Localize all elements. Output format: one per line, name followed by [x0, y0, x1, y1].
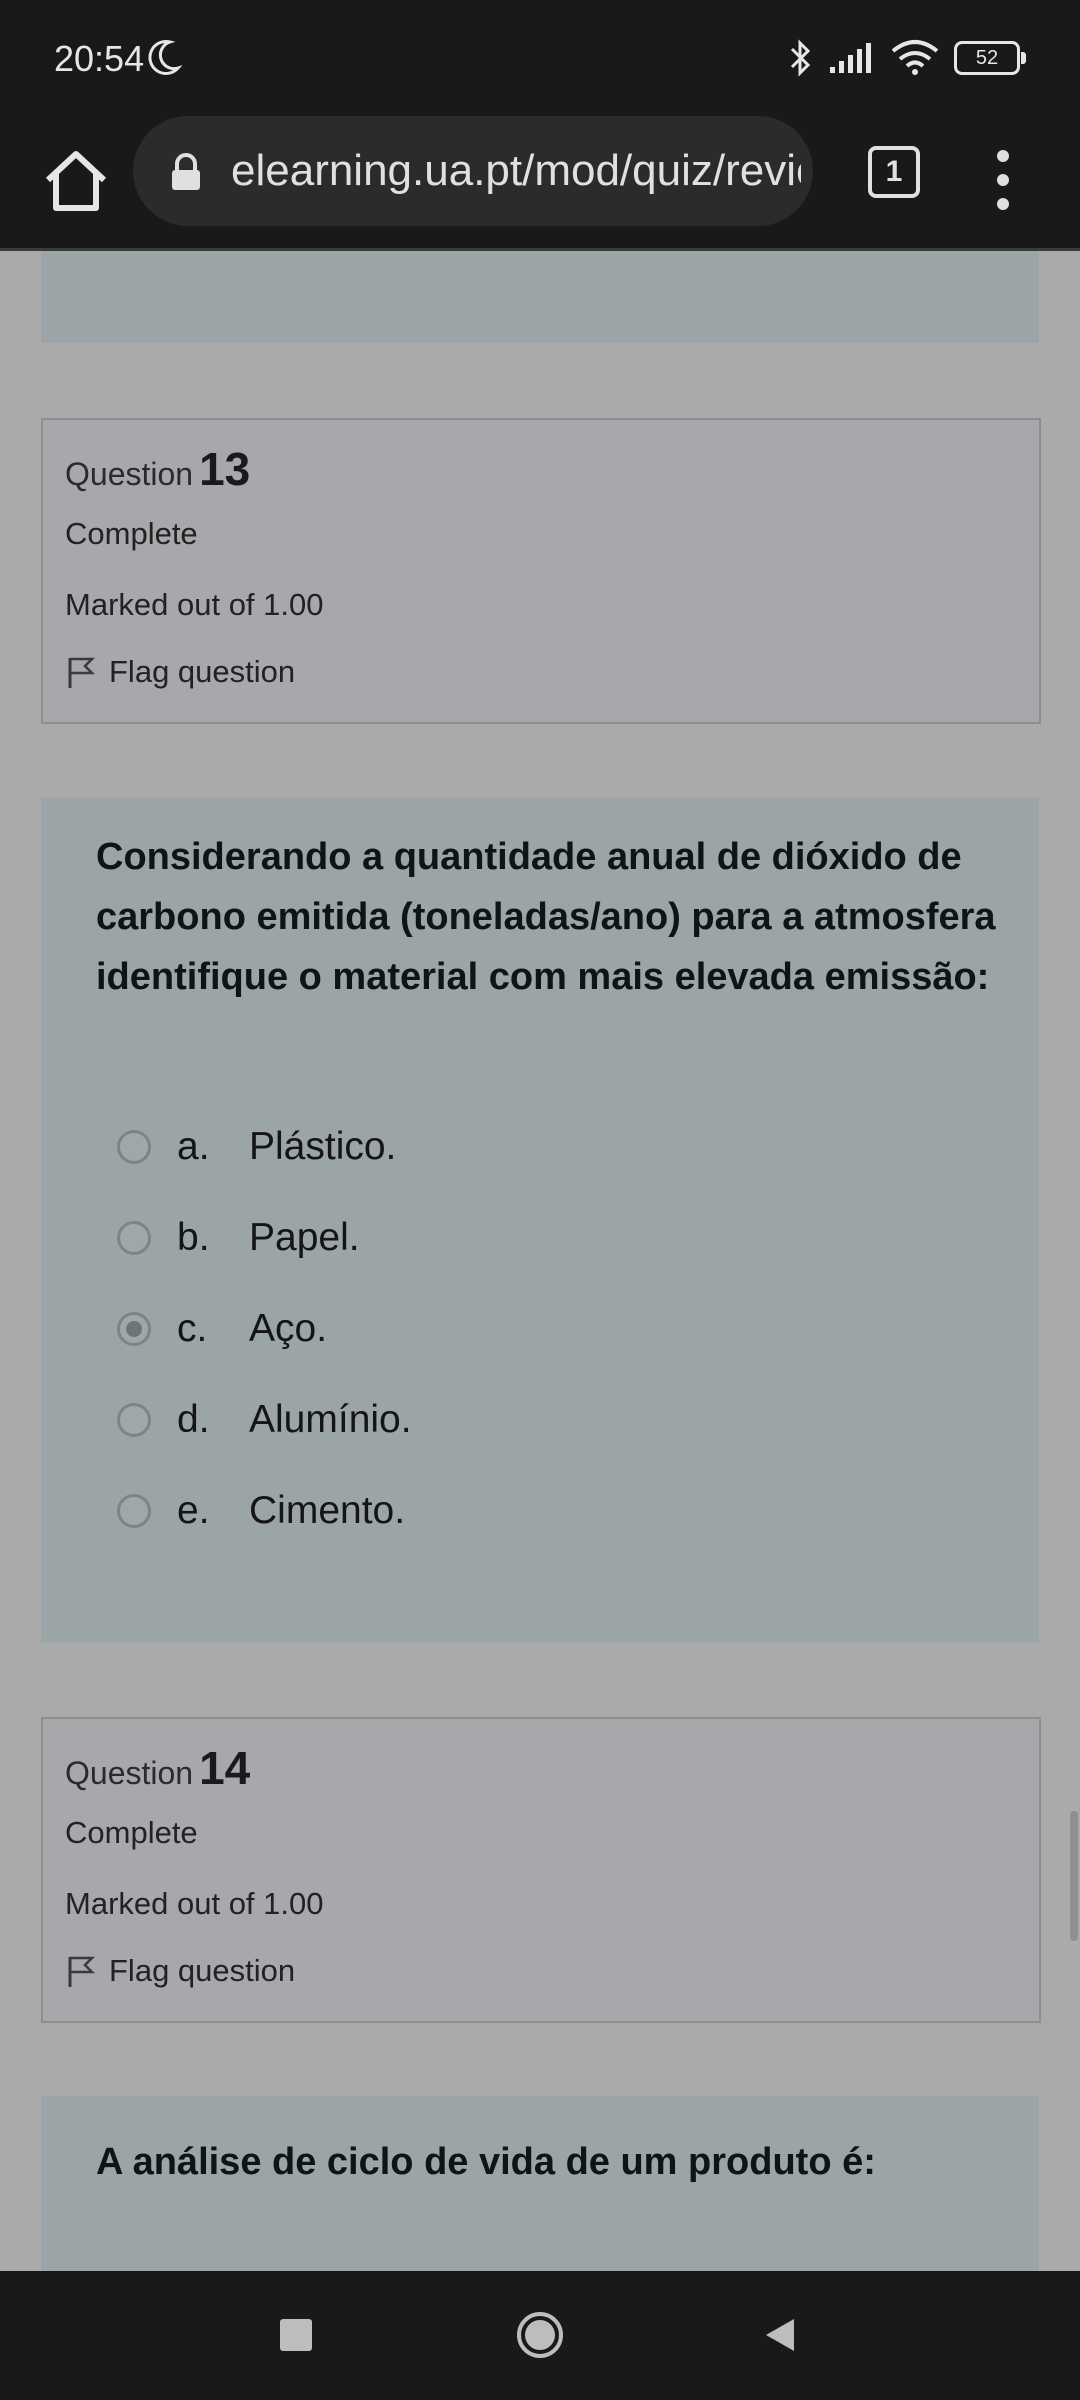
question-number: 14: [199, 1742, 251, 1794]
answer-option-b[interactable]: b. Papel.: [117, 1208, 360, 1268]
home-icon[interactable]: [36, 142, 116, 222]
answer-option-e[interactable]: e. Cimento.: [117, 1481, 405, 1541]
scrollbar[interactable]: [1070, 1811, 1078, 1941]
status-icons: 52: [788, 36, 1026, 80]
option-letter: b.: [177, 1216, 210, 1259]
radio-button[interactable]: [117, 1130, 151, 1164]
question-heading: Question 14: [65, 1741, 250, 1795]
url-text: elearning.ua.pt/mod/quiz/review: [231, 146, 801, 195]
answer-option-c[interactable]: c. Aço.: [117, 1299, 327, 1359]
option-letter: e.: [177, 1489, 210, 1532]
back-triangle-icon[interactable]: [760, 2315, 800, 2355]
home-circle-icon[interactable]: [516, 2311, 564, 2359]
radio-button[interactable]: [117, 1221, 151, 1255]
answer-option-d[interactable]: d. Alumínio.: [117, 1390, 412, 1450]
answer-option-a[interactable]: a. Plástico.: [117, 1117, 396, 1177]
option-text: Plástico.: [249, 1125, 397, 1168]
flag-icon: [68, 1956, 96, 1987]
question-number: 13: [199, 443, 251, 495]
radio-button[interactable]: [117, 1494, 151, 1528]
radio-button[interactable]: [117, 1403, 151, 1437]
question-state: Complete: [65, 1815, 198, 1850]
question-body-13: Considerando a quantidade anual de dióxi…: [41, 797, 1039, 1643]
option-letter: d.: [177, 1398, 210, 1441]
option-text: Papel.: [249, 1216, 360, 1259]
flag-question-label: Flag question: [109, 654, 296, 689]
question-text: Considerando a quantidade anual de dióxi…: [96, 836, 996, 998]
recent-apps-icon[interactable]: [280, 2319, 312, 2351]
option-text: Aço.: [249, 1307, 328, 1350]
question-info-13: Question 13 Complete Marked out of 1.00 F…: [41, 418, 1041, 724]
question-info-14: Question 14 Complete Marked out of 1.00 F…: [41, 1717, 1041, 2023]
question-label: Question: [65, 456, 194, 492]
question-label: Question: [65, 1755, 194, 1791]
question-text: A análise de ciclo de vida de um produto…: [96, 2141, 876, 2183]
page-content: Question 13 Complete Marked out of 1.00 F…: [0, 251, 1080, 2271]
flag-question-link[interactable]: Flag question: [65, 1953, 295, 1989]
option-letter: c.: [177, 1307, 208, 1350]
option-text: Cimento.: [249, 1489, 406, 1532]
system-navigation-bar: [0, 2271, 1080, 2400]
battery-indicator: 52: [954, 41, 1026, 75]
do-not-disturb-moon-icon: [148, 40, 182, 75]
wifi-icon: [891, 40, 939, 75]
question-state: Complete: [65, 516, 198, 551]
radio-button-selected[interactable]: [117, 1312, 151, 1346]
question-marks: Marked out of 1.00: [65, 587, 324, 622]
bluetooth-icon: [790, 39, 811, 77]
more-options-icon[interactable]: [990, 144, 1016, 216]
status-bar: 20:54 52: [0, 0, 1080, 116]
signal-icon: [830, 43, 871, 73]
address-bar[interactable]: elearning.ua.pt/mod/quiz/review: [133, 116, 813, 226]
question-marks: Marked out of 1.00: [65, 1886, 324, 1921]
flag-question-link[interactable]: Flag question: [65, 654, 295, 690]
status-time: 20:54: [54, 38, 145, 79]
option-text: Alumínio.: [249, 1398, 412, 1441]
browser-toolbar: elearning.ua.pt/mod/quiz/review 1: [0, 116, 1080, 251]
question-body-14: A análise de ciclo de vida de um produto…: [41, 2096, 1039, 2271]
lock-icon: [172, 153, 200, 190]
flag-question-label: Flag question: [109, 1953, 296, 1988]
question-heading: Question 13: [65, 442, 250, 496]
flag-icon: [68, 657, 96, 688]
tab-switcher-button[interactable]: 1: [868, 146, 920, 198]
option-letter: a.: [177, 1125, 210, 1168]
previous-question-block: [41, 251, 1039, 343]
